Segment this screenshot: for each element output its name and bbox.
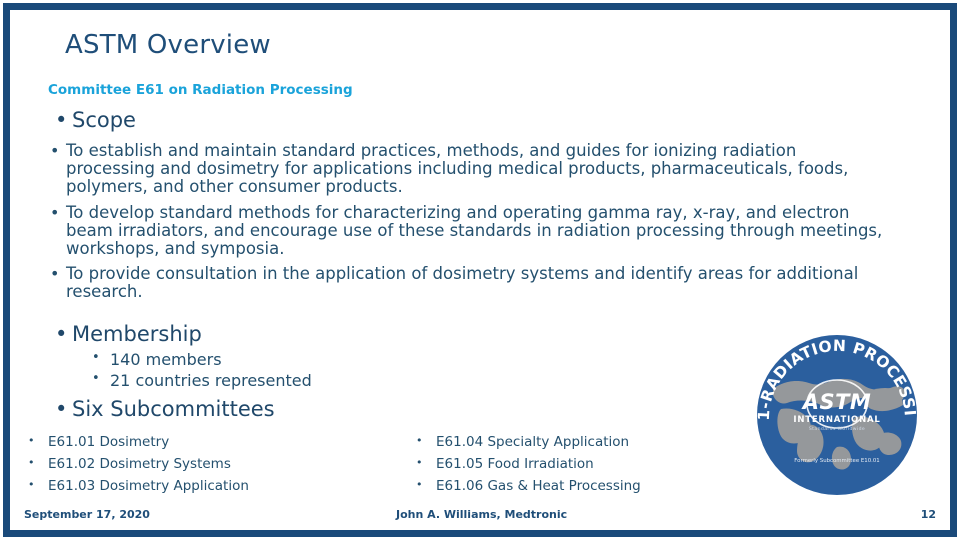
page-title: ASTM Overview: [65, 30, 271, 60]
page-subtitle: Committee E61 on Radiation Processing: [48, 82, 353, 98]
subcommittee-column-right: • E61.04 Specialty Application • E61.05 …: [400, 432, 730, 498]
scope-item: • To develop standard methods for charac…: [10, 202, 890, 258]
bullet-icon: •: [92, 370, 100, 386]
svg-text:ASTM: ASTM: [801, 390, 872, 414]
svg-text:Standards Worldwide: Standards Worldwide: [809, 426, 865, 432]
list-item: • E61.02 Dosimetry Systems: [10, 454, 340, 476]
list-item: • E61.06 Gas & Heat Processing: [400, 476, 730, 498]
scope-item-label: To provide consultation in the applicati…: [66, 263, 859, 302]
scope-item-label: To establish and maintain standard pract…: [66, 141, 849, 197]
footer-presenter: John A. Williams, Medtronic: [396, 508, 568, 521]
membership-item-label: 140 members: [110, 350, 222, 370]
subcommittee-columns: • E61.01 Dosimetry • E61.02 Dosimetry Sy…: [10, 432, 770, 498]
list-item-label: E61.03 Dosimetry Application: [48, 477, 249, 494]
bullet-icon: •: [50, 141, 60, 161]
slide: ASTM Overview Committee E61 on Radiation…: [0, 0, 960, 540]
scope-item-label: To develop standard methods for characte…: [66, 202, 883, 258]
astm-e61-logo: ASTM INTERNATIONAL Standards Worldwide E…: [751, 329, 923, 501]
bullet-icon: •: [28, 455, 35, 469]
slide-footer: September 17, 2020 John A. Williams, Med…: [10, 504, 950, 526]
bullet-icon: •: [55, 397, 68, 422]
list-item-label: E61.06 Gas & Heat Processing: [436, 477, 641, 494]
slide-border-frame: ASTM Overview Committee E61 on Radiation…: [3, 3, 957, 537]
svg-text:Formerly Subcommittee E10.01: Formerly Subcommittee E10.01: [794, 458, 879, 464]
bullet-icon: •: [55, 108, 68, 132]
scope-heading: • Scope: [10, 108, 890, 132]
slide-canvas: ASTM Overview Committee E61 on Radiation…: [10, 10, 950, 534]
scope-heading-label: Scope: [72, 108, 136, 132]
list-item: • E61.05 Food Irradiation: [400, 454, 730, 476]
subcommittee-column-left: • E61.01 Dosimetry • E61.02 Dosimetry Sy…: [10, 432, 340, 498]
list-item: • E61.01 Dosimetry: [10, 432, 340, 454]
bullet-icon: •: [416, 455, 423, 469]
bullet-icon: •: [416, 477, 423, 491]
footer-date: September 17, 2020: [24, 508, 150, 521]
bullet-icon: •: [50, 202, 60, 222]
list-item-label: E61.04 Specialty Application: [436, 434, 630, 450]
bullet-icon: •: [55, 322, 68, 347]
list-item: • E61.04 Specialty Application: [400, 432, 730, 454]
bullet-icon: •: [50, 263, 60, 283]
footer-page-number: 12: [920, 508, 936, 521]
membership-item-label: 21 countries represented: [110, 370, 312, 390]
bullet-icon: •: [92, 350, 100, 366]
subcommittees-heading-label: Six Subcommittees: [72, 397, 275, 422]
svg-text:INTERNATIONAL: INTERNATIONAL: [793, 415, 880, 425]
list-item-label: E61.05 Food Irradiation: [436, 455, 594, 472]
bullet-icon: •: [28, 477, 35, 491]
membership-heading-label: Membership: [72, 322, 202, 347]
scope-item: • To establish and maintain standard pra…: [10, 141, 890, 197]
scope-item: • To provide consultation in the applica…: [10, 263, 890, 302]
list-item: • E61.03 Dosimetry Application: [10, 476, 340, 498]
bullet-icon: •: [28, 434, 35, 447]
bullet-icon: •: [416, 434, 423, 447]
list-item-label: E61.02 Dosimetry Systems: [48, 455, 231, 472]
list-item-label: E61.01 Dosimetry: [48, 434, 170, 450]
